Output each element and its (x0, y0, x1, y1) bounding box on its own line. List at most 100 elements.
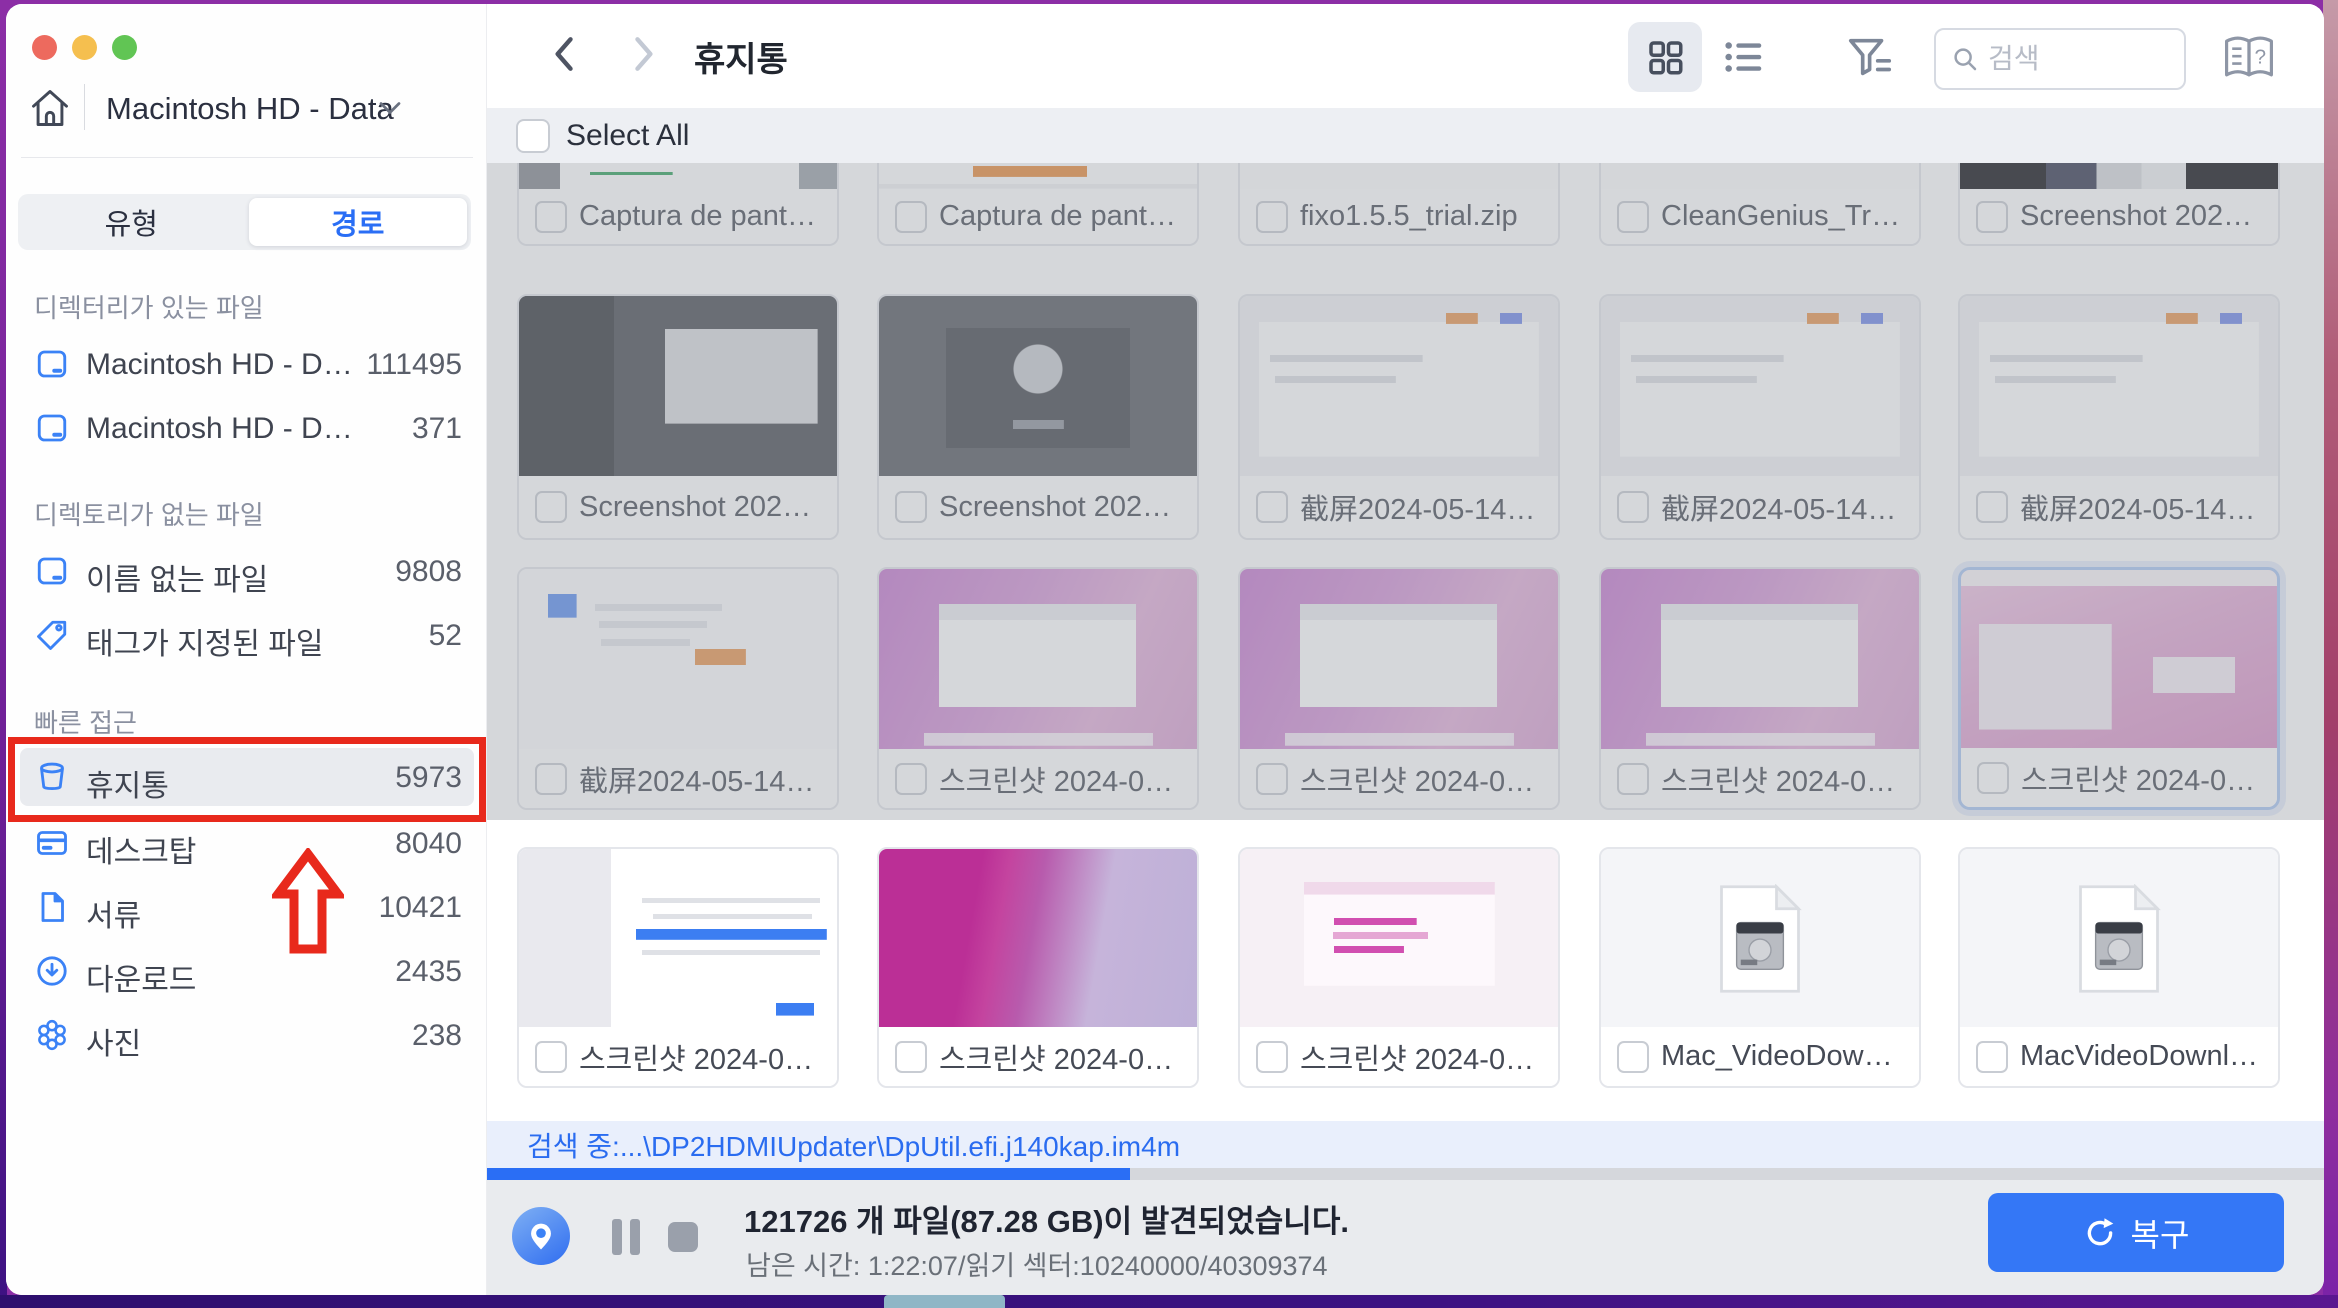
sidebar-item-label: 사진 (86, 1019, 141, 1063)
back-button[interactable] (543, 30, 587, 78)
file-tile[interactable]: 스크린샷 2024-05-2... (877, 847, 1199, 1088)
drive-icon (34, 410, 70, 446)
document-icon (34, 889, 70, 925)
drive-icon (34, 346, 70, 382)
sidebar-section-title: 빠른 접근 (34, 703, 137, 740)
select-all-label: Select All (566, 119, 689, 153)
sidebar-section-title: 디렉터리가 있는 파일 (34, 288, 264, 325)
scanning-fade-overlay (487, 163, 2324, 820)
file-label-row: Mac_VideoDownlo... (1601, 1027, 1919, 1086)
file-thumbnail (879, 849, 1197, 1029)
file-checkbox[interactable] (895, 1041, 927, 1073)
help-manual-icon[interactable]: ? (2218, 28, 2280, 88)
drive-icon (34, 553, 70, 589)
download-icon (34, 953, 70, 989)
desktop-edge-right (2323, 0, 2338, 1308)
file-tile[interactable]: MacVideoDownloa... (1958, 847, 2280, 1088)
file-name: 스크린샷 2024-05-2... (1300, 1036, 1540, 1078)
sidebar: Macintosh HD - Data 유형 경로 디렉터리가 있는 파일 Mac… (6, 4, 487, 1295)
sidebar-item-unnamed-files[interactable]: 이름 없는 파일 9808 (20, 542, 474, 600)
sidebar-item-label: Macintosh HD - Data(... (86, 412, 356, 446)
file-name: 스크린샷 2024-05-2... (939, 1036, 1179, 1078)
file-checkbox[interactable] (1976, 1041, 2008, 1073)
sidebar-item-downloads[interactable]: 다운로드 2435 (20, 942, 474, 1000)
file-thumbnail (519, 849, 837, 1029)
scan-status-strip: 검색 중:...\DP2HDMIUpdater\DpUtil.efi.j140k… (487, 1121, 2324, 1168)
select-all-bar: Select All (487, 108, 2324, 163)
sidebar-item-desktop[interactable]: 데스크탑 8040 (20, 814, 474, 872)
sidebar-item-documents[interactable]: 서류 10421 (20, 878, 474, 936)
file-thumbnail (1240, 849, 1558, 1029)
screen: { "colors": { "accent": "#3478f6", "anno… (0, 0, 2338, 1308)
time-remaining-text: 남은 시간: 1:22:07/읽기 섹터:10240000/40309374 (746, 1244, 1328, 1283)
filter-icon[interactable] (1844, 30, 1896, 84)
tab-type[interactable]: 유형 (18, 194, 245, 250)
sidebar-item-photos[interactable]: 사진238 (20, 1006, 474, 1064)
pause-button[interactable] (610, 1219, 644, 1255)
file-thumbnail (1960, 849, 2278, 1029)
close-window-button[interactable] (32, 35, 57, 60)
sidebar-item-label: 이름 없는 파일 (86, 555, 268, 599)
stop-button[interactable] (668, 1222, 698, 1252)
photos-icon (34, 1017, 70, 1053)
sidebar-item-macintosh-hd-data[interactable]: Macintosh HD - Da... 111495 (20, 335, 474, 393)
file-checkbox[interactable] (1256, 1041, 1288, 1073)
type-path-tabs: 유형 경로 (18, 194, 471, 250)
svg-text:?: ? (2255, 46, 2266, 69)
forward-button[interactable] (621, 30, 665, 78)
file-label-row: 스크린샷 2024-05-2... (519, 1027, 837, 1086)
sidebar-item-tagged-files[interactable]: 태그가 지정된 파일52 (20, 606, 474, 664)
search-box (1934, 28, 2186, 90)
scan-path-text: 검색 중:...\DP2HDMIUpdater\DpUtil.efi.j140k… (527, 1125, 1180, 1165)
sidebar-item-count: 9808 (395, 555, 462, 589)
scan-progress-bar (487, 1168, 2324, 1180)
file-name: 스크린샷 2024-05-2... (579, 1036, 819, 1078)
home-icon[interactable] (28, 86, 72, 130)
files-found-text: 121726 개 파일(87.28 GB)이 발견되었습니다. (744, 1196, 1349, 1241)
grid-view-button[interactable] (1628, 22, 1702, 92)
sidebar-item-label: Macintosh HD - Da... (86, 348, 356, 382)
scanning-indicator-icon (512, 1207, 570, 1265)
recover-button-label: 복구 (2131, 1210, 2190, 1256)
recover-button[interactable]: 복구 (1988, 1193, 2284, 1272)
app-window: Macintosh HD - Data 유형 경로 디렉터리가 있는 파일 Mac… (6, 4, 2324, 1295)
annotation-highlight-box (8, 737, 486, 822)
sidebar-item-count: 10421 (379, 891, 462, 925)
divider (21, 157, 473, 158)
file-label-row: MacVideoDownloa... (1960, 1027, 2278, 1086)
file-checkbox[interactable] (535, 1041, 567, 1073)
file-name: MacVideoDownloa... (2020, 1040, 2260, 1073)
sidebar-item-count: 111495 (366, 348, 462, 382)
sidebar-item-label: 데스크탑 (86, 827, 196, 871)
tab-path[interactable]: 경로 (245, 194, 472, 250)
sidebar-item-macintosh-hd-data-2[interactable]: Macintosh HD - Data(... 371 (20, 399, 474, 457)
desktop-edge-bottom (0, 1295, 2338, 1308)
tag-icon (34, 617, 70, 653)
file-label-row: 스크린샷 2024-05-2... (1240, 1027, 1558, 1086)
chevron-down-icon[interactable] (378, 100, 402, 116)
sidebar-item-count: 371 (412, 412, 462, 446)
list-view-button[interactable] (1718, 32, 1770, 82)
sidebar-item-label: 다운로드 (86, 955, 196, 999)
file-tile[interactable]: Mac_VideoDownlo... (1599, 847, 1921, 1088)
sidebar-item-label: 서류 (86, 891, 141, 935)
minimize-window-button[interactable] (72, 35, 97, 60)
scan-progress-fill (487, 1168, 1130, 1180)
file-tile[interactable]: 스크린샷 2024-05-2... (517, 847, 839, 1088)
select-all-checkbox[interactable] (516, 119, 550, 153)
zoom-window-button[interactable] (112, 35, 137, 60)
file-name: Mac_VideoDownlo... (1661, 1040, 1901, 1073)
search-input[interactable] (1988, 43, 2148, 75)
drive-selector-label[interactable]: Macintosh HD - Data (106, 91, 394, 127)
file-tile[interactable]: 스크린샷 2024-05-2... (1238, 847, 1560, 1088)
file-checkbox[interactable] (1617, 1041, 1649, 1073)
page-title: 휴지통 (694, 32, 788, 81)
divider (84, 84, 85, 130)
file-thumbnail (1601, 849, 1919, 1029)
main-header: 휴지통 ? (487, 4, 2324, 108)
sidebar-item-label: 태그가 지정된 파일 (86, 619, 323, 663)
sidebar-section-title: 디렉토리가 없는 파일 (34, 495, 264, 532)
sidebar-item-count: 8040 (395, 827, 462, 861)
sidebar-item-count: 2435 (395, 955, 462, 989)
annotation-up-arrow (272, 848, 344, 955)
